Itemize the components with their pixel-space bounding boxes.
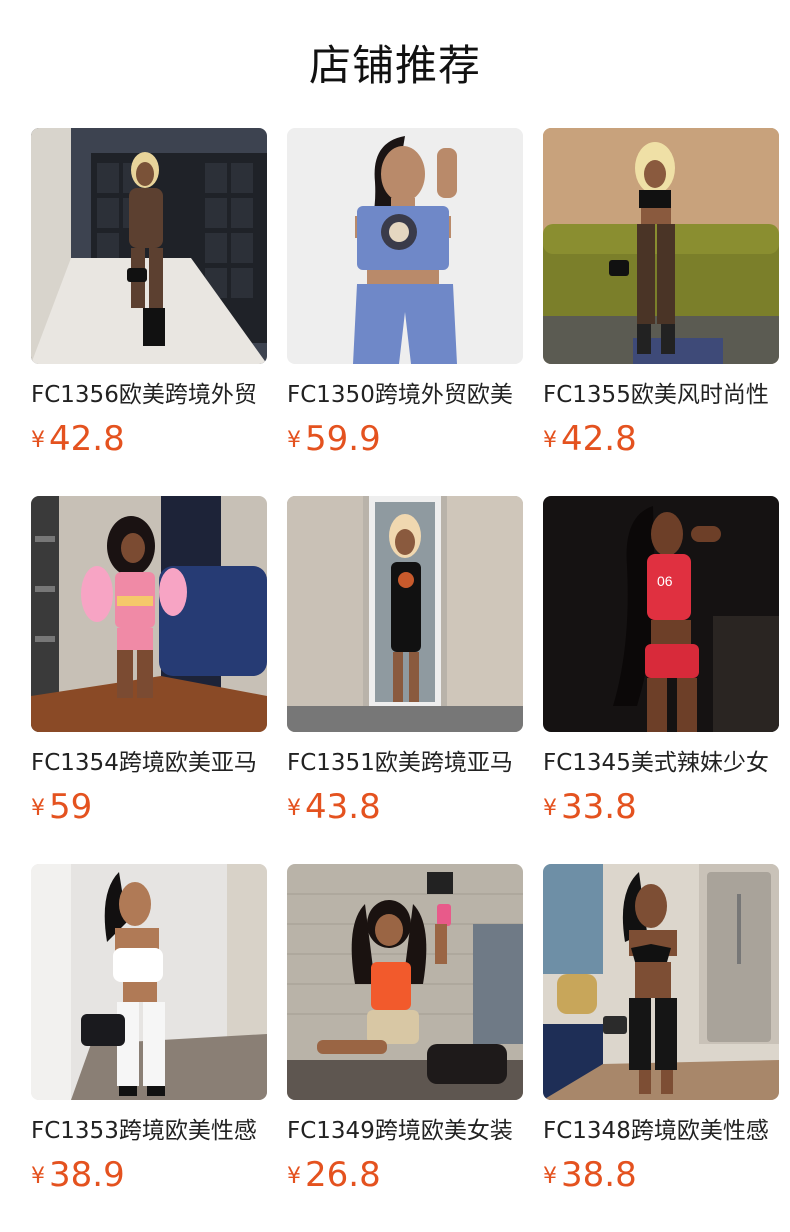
product-photo (287, 496, 523, 732)
product-card[interactable]: FC1349跨境欧美女装 ¥26.8 (287, 864, 523, 1232)
product-image[interactable] (287, 496, 523, 732)
product-image[interactable] (31, 128, 267, 364)
currency-symbol: ¥ (287, 796, 301, 821)
product-price: ¥33.8 (543, 787, 779, 827)
product-card[interactable]: 06 FC1345美式辣妹少女 ¥33.8 (543, 496, 779, 864)
product-photo (543, 128, 779, 364)
product-name[interactable]: FC1353跨境欧美性感 (31, 1116, 267, 1146)
product-name[interactable]: FC1348跨境欧美性感 (543, 1116, 779, 1146)
product-image[interactable] (543, 128, 779, 364)
product-price: ¥42.8 (31, 419, 267, 459)
product-price: ¥59 (31, 787, 267, 827)
currency-symbol: ¥ (543, 1164, 557, 1189)
product-photo (31, 128, 267, 364)
product-card[interactable]: FC1355欧美风时尚性 ¥42.8 (543, 128, 779, 496)
product-price: ¥43.8 (287, 787, 523, 827)
product-photo (31, 496, 267, 732)
product-card[interactable]: FC1353跨境欧美性感 ¥38.9 (31, 864, 267, 1232)
product-name[interactable]: FC1351欧美跨境亚马 (287, 748, 523, 778)
product-name[interactable]: FC1345美式辣妹少女 (543, 748, 779, 778)
product-price: ¥26.8 (287, 1155, 523, 1195)
price-amount: 59.9 (305, 419, 381, 459)
product-card[interactable]: FC1354跨境欧美亚马 ¥59 (31, 496, 267, 864)
product-card[interactable]: FC1356欧美跨境外贸 ¥42.8 (31, 128, 267, 496)
product-image[interactable] (287, 128, 523, 364)
product-price: ¥59.9 (287, 419, 523, 459)
product-name[interactable]: FC1355欧美风时尚性 (543, 380, 779, 410)
product-image[interactable] (287, 864, 523, 1100)
price-amount: 38.9 (49, 1155, 125, 1195)
product-price: ¥38.8 (543, 1155, 779, 1195)
product-price: ¥38.9 (31, 1155, 267, 1195)
product-card[interactable]: FC1348跨境欧美性感 ¥38.8 (543, 864, 779, 1232)
currency-symbol: ¥ (31, 428, 45, 453)
product-name[interactable]: FC1350跨境外贸欧美 (287, 380, 523, 410)
currency-symbol: ¥ (543, 428, 557, 453)
price-amount: 43.8 (305, 787, 381, 827)
product-name[interactable]: FC1349跨境欧美女装 (287, 1116, 523, 1146)
price-amount: 42.8 (49, 419, 125, 459)
currency-symbol: ¥ (287, 428, 301, 453)
currency-symbol: ¥ (287, 1164, 301, 1189)
currency-symbol: ¥ (31, 1164, 45, 1189)
product-photo: 06 (543, 496, 779, 732)
price-amount: 59 (49, 787, 93, 827)
product-name[interactable]: FC1356欧美跨境外贸 (31, 380, 267, 410)
product-price: ¥42.8 (543, 419, 779, 459)
product-grid: FC1356欧美跨境外贸 ¥42.8 FC1350跨境外贸欧美 ¥59.9 FC… (31, 128, 779, 1232)
currency-symbol: ¥ (543, 796, 557, 821)
product-image[interactable]: 06 (543, 496, 779, 732)
product-photo (287, 864, 523, 1100)
product-image[interactable] (31, 864, 267, 1100)
product-image[interactable] (31, 496, 267, 732)
product-image[interactable] (543, 864, 779, 1100)
page-title: 店铺推荐 (308, 41, 481, 90)
product-card[interactable]: FC1351欧美跨境亚马 ¥43.8 (287, 496, 523, 864)
product-card[interactable]: FC1350跨境外贸欧美 ¥59.9 (287, 128, 523, 496)
price-amount: 42.8 (561, 419, 637, 459)
svg-text:06: 06 (657, 573, 673, 589)
product-photo (543, 864, 779, 1100)
price-amount: 26.8 (305, 1155, 381, 1195)
product-photo (31, 864, 267, 1100)
currency-symbol: ¥ (31, 796, 45, 821)
price-amount: 33.8 (561, 787, 637, 827)
price-amount: 38.8 (561, 1155, 637, 1195)
product-name[interactable]: FC1354跨境欧美亚马 (31, 748, 267, 778)
product-photo (287, 128, 523, 364)
